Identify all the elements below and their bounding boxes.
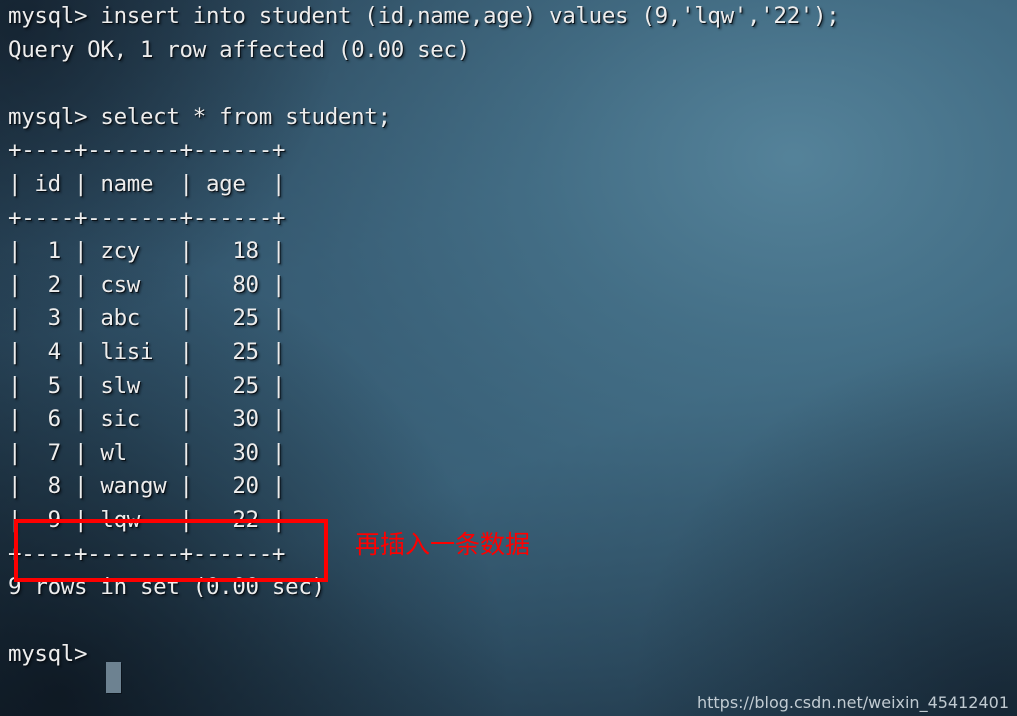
watermark-url: https://blog.csdn.net/weixin_45412401 (696, 693, 1009, 712)
cursor-layer (106, 662, 121, 693)
terminal-output: mysql> insert into student (id,name,age)… (8, 3, 840, 668)
terminal-window[interactable]: mysql> insert into student (id,name,age)… (0, 0, 1017, 716)
annotation-label: 再插入一条数据 (355, 530, 531, 559)
text-cursor (106, 662, 121, 693)
